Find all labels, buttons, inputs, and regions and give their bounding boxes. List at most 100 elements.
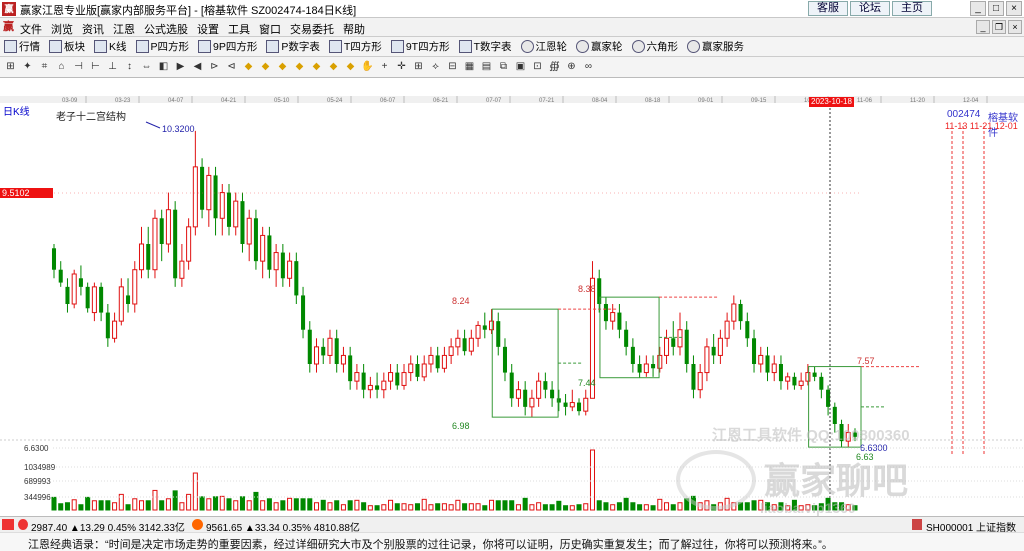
menu-trade[interactable]: 交易委托 — [290, 21, 334, 37]
toolbar-button-7[interactable]: 9T四方形 — [390, 39, 450, 54]
menu-window[interactable]: 窗口 — [259, 21, 281, 37]
volume-bar — [509, 500, 515, 511]
drawing-tool-icon[interactable]: ✋ — [361, 60, 374, 74]
drawing-tool-icon[interactable]: ⊡ — [531, 60, 544, 74]
toolbar-button-3[interactable]: P四方形 — [135, 39, 189, 54]
menu-browse[interactable]: 浏览 — [51, 21, 73, 37]
price-annotation: 7.57 — [857, 356, 875, 366]
drawing-tool-icon[interactable]: ↕ — [123, 60, 136, 74]
drawing-tool-icon[interactable]: ✛ — [395, 60, 408, 74]
drawing-tool-icon[interactable]: ⊕ — [565, 60, 578, 74]
drawing-tool-icon[interactable]: ⊞ — [4, 60, 17, 74]
toolbar-button-6[interactable]: T四方形 — [328, 39, 382, 54]
drawing-tool-icon[interactable]: ✦ — [21, 60, 34, 74]
candle-body-up — [724, 320, 730, 339]
customer-service-link[interactable]: 客服 — [808, 1, 848, 16]
drawing-tool-icon[interactable]: ▶ — [174, 60, 187, 74]
candle-body-up — [536, 380, 542, 399]
candle-body-up — [132, 269, 138, 305]
title-bar: 赢 赢家江恩专业版[赢家内部服务平台] - [榕基软件 SZ002474-184… — [0, 0, 1024, 18]
toolbar-button-8[interactable]: T数字表 — [458, 39, 512, 54]
volume-bar — [448, 504, 454, 511]
close-icon[interactable]: × — [1006, 1, 1022, 16]
menu-gann[interactable]: 江恩 — [113, 21, 135, 37]
mdi-restore-icon[interactable]: ❐ — [992, 20, 1006, 34]
drawing-tool-icon[interactable]: ⇔ — [140, 60, 153, 74]
drawing-tool-icon[interactable]: + — [378, 60, 391, 74]
drawing-tool-icon[interactable]: ◆ — [259, 60, 272, 74]
toolbar-button-12[interactable]: 赢家服务 — [687, 39, 744, 54]
candle-body-down — [684, 329, 689, 364]
drawing-tool-icon[interactable]: ◆ — [310, 60, 323, 74]
drawing-tool-icon[interactable]: ⊲ — [225, 60, 238, 74]
minimize-icon[interactable]: _ — [970, 1, 986, 16]
drawing-tool-icon[interactable]: ◀ — [191, 60, 204, 74]
price-annotation: 10.3200 — [162, 124, 195, 134]
toolbar-button-4[interactable]: 9P四方形 — [198, 39, 257, 54]
candle-body-up — [354, 372, 360, 382]
volume-bar — [78, 504, 84, 511]
t-icon — [328, 40, 342, 53]
toolbar-button-2[interactable]: K线 — [94, 39, 127, 54]
menu-formula-screener[interactable]: 公式选股 — [144, 21, 188, 37]
candle-body-up — [805, 372, 811, 382]
drawing-tool-icon[interactable]: ⌂ — [55, 60, 68, 74]
menu-tools[interactable]: 工具 — [228, 21, 250, 37]
menu-settings[interactable]: 设置 — [197, 21, 219, 37]
home-link[interactable]: 主页 — [892, 1, 932, 16]
toolbar-button-9[interactable]: 江恩轮 — [520, 39, 567, 54]
drawing-tool-icon[interactable]: ◆ — [327, 60, 340, 74]
drawing-tool-icon[interactable]: ▦ — [463, 60, 476, 74]
candle-body-down — [126, 295, 131, 304]
toolbar-button-1[interactable]: 板块 — [49, 39, 85, 54]
volume-bar — [623, 497, 629, 511]
drawing-tool-icon[interactable]: ∰ — [548, 60, 561, 74]
mdi-close-icon[interactable]: × — [1008, 20, 1022, 34]
candle-body-down — [307, 329, 312, 364]
x-tick-label: 11-06 — [857, 98, 873, 104]
price-annotation: 6.98 — [452, 421, 470, 431]
menu-news[interactable]: 资讯 — [82, 21, 104, 37]
drawing-tool-icon[interactable]: ⊢ — [89, 60, 102, 74]
drawing-tool-icon[interactable]: ∞ — [582, 60, 595, 74]
drawing-tool-icon[interactable]: ⊳ — [208, 60, 221, 74]
forum-link[interactable]: 论坛 — [850, 1, 890, 16]
drawing-tool-icon[interactable]: ⊣ — [72, 60, 85, 74]
menu-file[interactable]: 文件 — [20, 21, 42, 37]
drawing-tool-icon[interactable]: ⊞ — [412, 60, 425, 74]
toolbar-button-label: 行情 — [19, 41, 40, 53]
x-tick-label: 06-07 — [380, 98, 396, 104]
toolbar-button-0[interactable]: 行情 — [4, 39, 40, 54]
candle-body-down — [550, 389, 555, 399]
title-links: 客服 论坛 主页 — [808, 1, 934, 16]
maximize-icon[interactable]: □ — [988, 1, 1004, 16]
drawing-tool-icon[interactable]: ⊥ — [106, 60, 119, 74]
candle-body-down — [99, 286, 104, 313]
toolbar-button-5[interactable]: P数字表 — [266, 39, 320, 54]
drawing-tool-icon[interactable]: ◆ — [344, 60, 357, 74]
volume-bar — [172, 490, 178, 511]
menu-help[interactable]: 帮助 — [343, 21, 365, 37]
volume-bar — [495, 500, 501, 511]
drawing-tool-icon[interactable]: ▣ — [514, 60, 527, 74]
drawing-tool-icon[interactable]: ⌗ — [38, 60, 51, 74]
candle-body-down — [267, 235, 272, 270]
drawing-tool-icon[interactable]: ◆ — [293, 60, 306, 74]
candle-body-up — [717, 337, 723, 356]
drawing-tool-icon[interactable]: ◧ — [157, 60, 170, 74]
drawing-tool-icon[interactable]: ⟡ — [429, 60, 442, 74]
drawing-tool-icon[interactable]: ◆ — [242, 60, 255, 74]
drawing-tool-icon[interactable]: ⧉ — [497, 60, 510, 74]
candle-body-down — [58, 269, 63, 283]
candle-body-down — [482, 325, 487, 330]
toolbar-button-11[interactable]: 六角形 — [631, 39, 678, 54]
drawing-tool-icon[interactable]: ◆ — [276, 60, 289, 74]
drawing-tool-icon[interactable]: ▤ — [480, 60, 493, 74]
volume-bar — [253, 491, 259, 511]
volume-bar — [280, 500, 286, 511]
volume-bar — [165, 498, 171, 511]
drawing-tool-icon[interactable]: ⊟ — [446, 60, 459, 74]
menu-list: 文件 浏览 资讯 江恩 公式选股 设置 工具 窗口 交易委托 帮助 — [20, 21, 374, 37]
toolbar-button-10[interactable]: 赢家轮 — [576, 39, 623, 54]
mdi-minimize-icon[interactable]: _ — [976, 20, 990, 34]
